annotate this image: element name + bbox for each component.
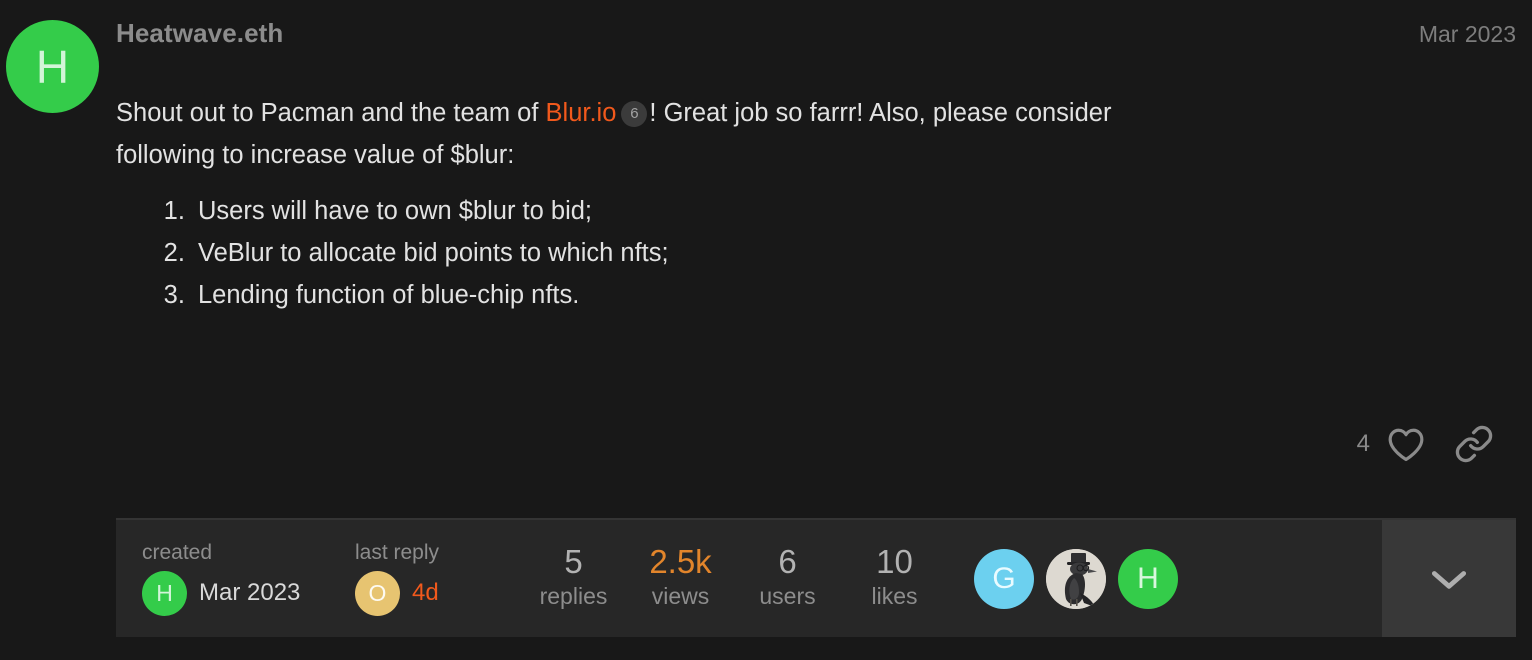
created-column: created H Mar 2023 <box>142 520 355 637</box>
likes-count: 10 <box>876 543 913 581</box>
summary-stats: 5 replies 2.5k views 6 users 10 likes <box>520 520 948 637</box>
blur-io-link[interactable]: Blur.io <box>546 99 617 127</box>
topic-summary-bar: created H Mar 2023 last reply O 4d 5 rep… <box>116 518 1516 637</box>
last-reply-value: O 4d <box>355 570 500 616</box>
participants-list: G H <box>974 520 1178 637</box>
avatar-letter: H <box>35 40 70 93</box>
last-reply-avatar-letter: O <box>368 579 387 606</box>
views-count: 2.5k <box>649 543 712 581</box>
last-reply-avatar[interactable]: O <box>355 570 400 616</box>
post-body: Shout out to Pacman and the team of Blur… <box>116 92 1116 316</box>
created-value: H Mar 2023 <box>142 570 355 616</box>
crow-with-top-hat-avatar[interactable] <box>1046 548 1106 609</box>
expand-topic-button[interactable] <box>1382 520 1516 637</box>
stat-users[interactable]: 6 users <box>734 545 841 612</box>
created-avatar[interactable]: H <box>142 570 187 616</box>
post-paragraph: Shout out to Pacman and the team of Blur… <box>116 92 1116 176</box>
last-reply-label: last reply <box>355 540 440 564</box>
participant-avatar-letter: H <box>1137 561 1159 595</box>
link-icon[interactable] <box>1450 420 1498 468</box>
created-avatar-letter: H <box>156 579 173 606</box>
created-label: created <box>142 540 213 564</box>
chevron-down-icon <box>1431 570 1467 589</box>
post-ordered-list: Users will have to own $blur to bid; VeB… <box>116 190 1116 316</box>
list-item: Users will have to own $blur to bid; <box>192 190 1116 232</box>
author-username[interactable]: Heatwave.eth <box>116 18 283 49</box>
participant-avatar-letter: G <box>992 561 1016 595</box>
stat-replies[interactable]: 5 replies <box>520 545 627 612</box>
post-container: H Heatwave.eth Mar 2023 Shout out to Pac… <box>0 0 1532 660</box>
replies-label: replies <box>539 582 608 609</box>
crow-illustration-icon <box>1046 548 1106 609</box>
participant-avatar[interactable]: G <box>974 548 1034 609</box>
summary-dates: created H Mar 2023 last reply O 4d <box>116 520 500 637</box>
last-reply-date[interactable]: 4d <box>412 579 439 607</box>
list-item: Lending function of blue-chip nfts. <box>192 274 1116 316</box>
stat-likes[interactable]: 10 likes <box>841 545 948 612</box>
replies-count: 5 <box>564 543 583 581</box>
paragraph-text-before-link: Shout out to Pacman and the team of <box>116 99 546 127</box>
link-click-count-badge: 6 <box>621 100 648 127</box>
list-item: VeBlur to allocate bid points to which n… <box>192 232 1116 274</box>
users-label: users <box>759 582 816 609</box>
participant-avatar[interactable]: H <box>1118 548 1178 609</box>
avatar[interactable]: H <box>6 20 99 113</box>
created-date[interactable]: Mar 2023 <box>199 579 300 607</box>
stat-views[interactable]: 2.5k views <box>627 545 734 612</box>
heart-icon[interactable] <box>1382 420 1430 468</box>
last-reply-column: last reply O 4d <box>355 520 500 637</box>
like-count: 4 <box>1356 430 1370 457</box>
users-count: 6 <box>778 543 797 581</box>
likes-label: likes <box>871 582 918 609</box>
post-header: Heatwave.eth Mar 2023 <box>116 18 1516 54</box>
post-actions: 4 <box>1357 420 1498 468</box>
post-date[interactable]: Mar 2023 <box>1419 21 1516 48</box>
views-label: views <box>651 582 710 609</box>
